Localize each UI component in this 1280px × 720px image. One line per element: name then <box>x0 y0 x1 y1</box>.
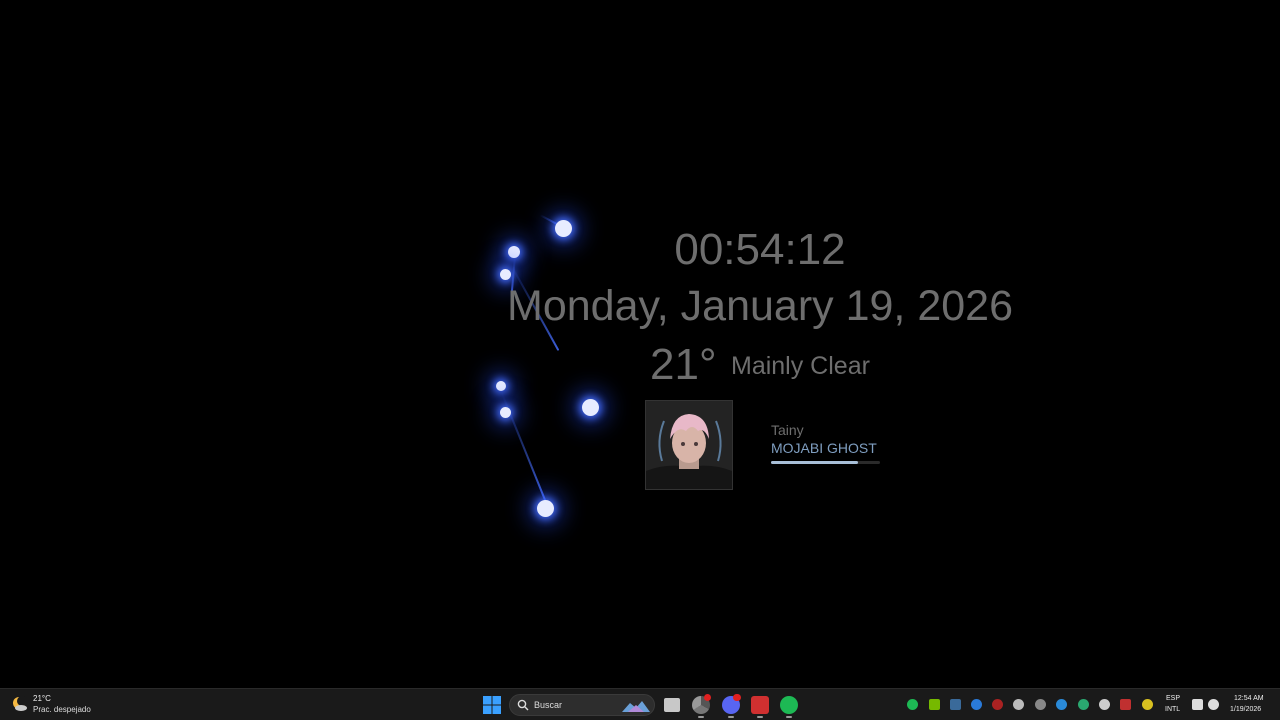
weather-temperature: 21° <box>650 340 717 389</box>
app-tray-icon[interactable] <box>950 699 961 710</box>
tray-icon[interactable] <box>992 699 1003 710</box>
discord-tray-icon[interactable] <box>1099 699 1110 710</box>
search-highlight-icon <box>622 701 650 712</box>
taskbar-weather-condition[interactable]: Prac. despejado <box>33 705 91 714</box>
glowing-orb <box>500 407 511 418</box>
tray-icon[interactable] <box>1035 699 1046 710</box>
volume-icon[interactable] <box>1208 699 1219 710</box>
glowing-orb <box>537 500 554 517</box>
track-progress-bar <box>771 461 880 464</box>
search-placeholder: Buscar <box>534 700 563 710</box>
discord-badge-icon <box>733 694 741 701</box>
search-icon <box>517 699 529 711</box>
taskbar-clock-time[interactable]: 12:54 AM <box>1234 695 1264 702</box>
input-language[interactable]: ESP <box>1166 695 1180 702</box>
nvidia-icon[interactable] <box>929 699 940 710</box>
tray-icon[interactable] <box>1056 699 1067 710</box>
album-art <box>645 400 733 490</box>
bluetooth-icon[interactable] <box>971 699 982 710</box>
windows-start-icon[interactable] <box>482 695 502 715</box>
tray-icon[interactable] <box>1120 699 1131 710</box>
network-icon[interactable] <box>1192 699 1203 710</box>
notification-badge-icon <box>704 694 711 701</box>
file-explorer-icon[interactable] <box>664 698 680 712</box>
taskbar-clock-date[interactable]: 1/19/2026 <box>1230 706 1261 713</box>
glowing-orb <box>496 381 506 391</box>
running-indicator <box>786 716 792 718</box>
track-title: MOJABI GHOST <box>771 440 877 456</box>
running-indicator <box>698 716 704 718</box>
defender-icon[interactable] <box>1078 699 1089 710</box>
clock-date: Monday, January 19, 2026 <box>507 282 1013 330</box>
spotify-tray-icon[interactable] <box>907 699 918 710</box>
microphone-icon[interactable] <box>1142 699 1153 710</box>
taskbar-weather-temp[interactable]: 21°C <box>33 694 51 703</box>
desktop-wallpaper: 00:54:12 Monday, January 19, 2026 21° Ma… <box>0 0 1280 688</box>
app-icon[interactable] <box>751 696 769 714</box>
weather-moon-cloud-icon[interactable] <box>12 696 28 712</box>
track-progress-fill <box>771 461 859 464</box>
glowing-orb <box>582 399 599 416</box>
tray-icon[interactable] <box>1013 699 1024 710</box>
clock-time: 00:54:12 <box>674 225 846 274</box>
taskbar: 21°C Prac. despejado Buscar ESP INTL 12:… <box>0 688 1280 720</box>
spotify-icon[interactable] <box>780 696 798 714</box>
input-layout[interactable]: INTL <box>1165 706 1180 713</box>
clock-widget: 00:54:12 Monday, January 19, 2026 <box>480 222 1040 330</box>
weather-description: Mainly Clear <box>731 352 870 380</box>
running-indicator <box>757 716 763 718</box>
track-artist: Tainy <box>771 422 804 438</box>
taskbar-search-box[interactable]: Buscar <box>509 694 655 716</box>
running-indicator <box>728 716 734 718</box>
